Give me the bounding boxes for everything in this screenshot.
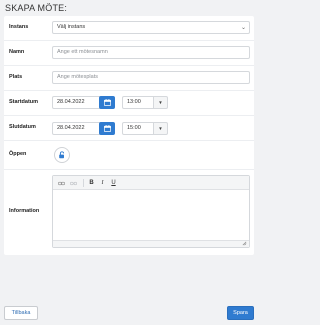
row-plats: Plats Ange mötesplats	[4, 66, 254, 91]
row-information: Information B I U	[4, 170, 254, 255]
row-slutdatum: Slutdatum 28.04.2022 15:00 ▼	[4, 116, 254, 141]
oppen-label: Öppen	[9, 151, 27, 157]
instans-label: Instans	[9, 24, 29, 30]
information-editor[interactable]: B I U	[52, 175, 250, 248]
instans-select[interactable]: Välj instans ⌄	[52, 21, 250, 34]
row-oppen: Öppen	[4, 141, 254, 170]
underline-button[interactable]: U	[109, 178, 118, 188]
page-title: SKAPA MÖTE:	[5, 3, 68, 13]
startdatum-label: Startdatum	[9, 99, 39, 105]
bold-button[interactable]: B	[87, 178, 96, 188]
editor-statusbar	[53, 240, 249, 247]
italic-button[interactable]: I	[98, 178, 107, 188]
row-namn: Namn Ange ett mötesnamn	[4, 41, 254, 66]
toolbar-divider	[83, 179, 84, 187]
slutdatum-time-dropdown[interactable]: ▼	[154, 122, 168, 135]
startdatum-date-input[interactable]: 28.04.2022	[52, 96, 102, 109]
plats-label: Plats	[9, 74, 23, 80]
meeting-form: Instans Välj instans ⌄ Namn Ange ett möt…	[4, 16, 254, 255]
calendar-icon	[103, 99, 111, 106]
caret-down-icon: ▼	[158, 126, 163, 131]
namn-label: Namn	[9, 49, 25, 55]
instans-value: Välj instans	[57, 24, 86, 30]
save-button[interactable]: Spara	[227, 306, 254, 320]
plats-input[interactable]: Ange mötesplats	[52, 71, 250, 84]
startdatum-calendar-button[interactable]	[99, 96, 115, 109]
slutdatum-date-input[interactable]: 28.04.2022	[52, 122, 102, 135]
startdatum-time-input[interactable]: 13:00	[122, 96, 154, 109]
row-instans: Instans Välj instans ⌄	[4, 16, 254, 41]
back-button[interactable]: Tillbaka	[4, 306, 38, 320]
editor-toolbar: B I U	[53, 176, 249, 190]
unlink-icon[interactable]	[69, 178, 78, 188]
oppen-toggle[interactable]	[54, 147, 70, 163]
information-label: Information	[9, 208, 40, 214]
unlock-icon	[59, 151, 65, 159]
slutdatum-time-input[interactable]: 15:00	[122, 122, 154, 135]
chevron-down-icon: ⌄	[240, 25, 246, 31]
row-startdatum: Startdatum 28.04.2022 13:00 ▼	[4, 91, 254, 116]
calendar-icon	[103, 125, 111, 132]
link-icon[interactable]	[57, 178, 66, 188]
slutdatum-label: Slutdatum	[9, 124, 36, 130]
slutdatum-calendar-button[interactable]	[99, 122, 115, 135]
namn-input[interactable]: Ange ett mötesnamn	[52, 46, 250, 59]
startdatum-time-dropdown[interactable]: ▼	[154, 96, 168, 109]
resize-handle-icon[interactable]	[242, 241, 247, 246]
caret-down-icon: ▼	[158, 100, 163, 105]
